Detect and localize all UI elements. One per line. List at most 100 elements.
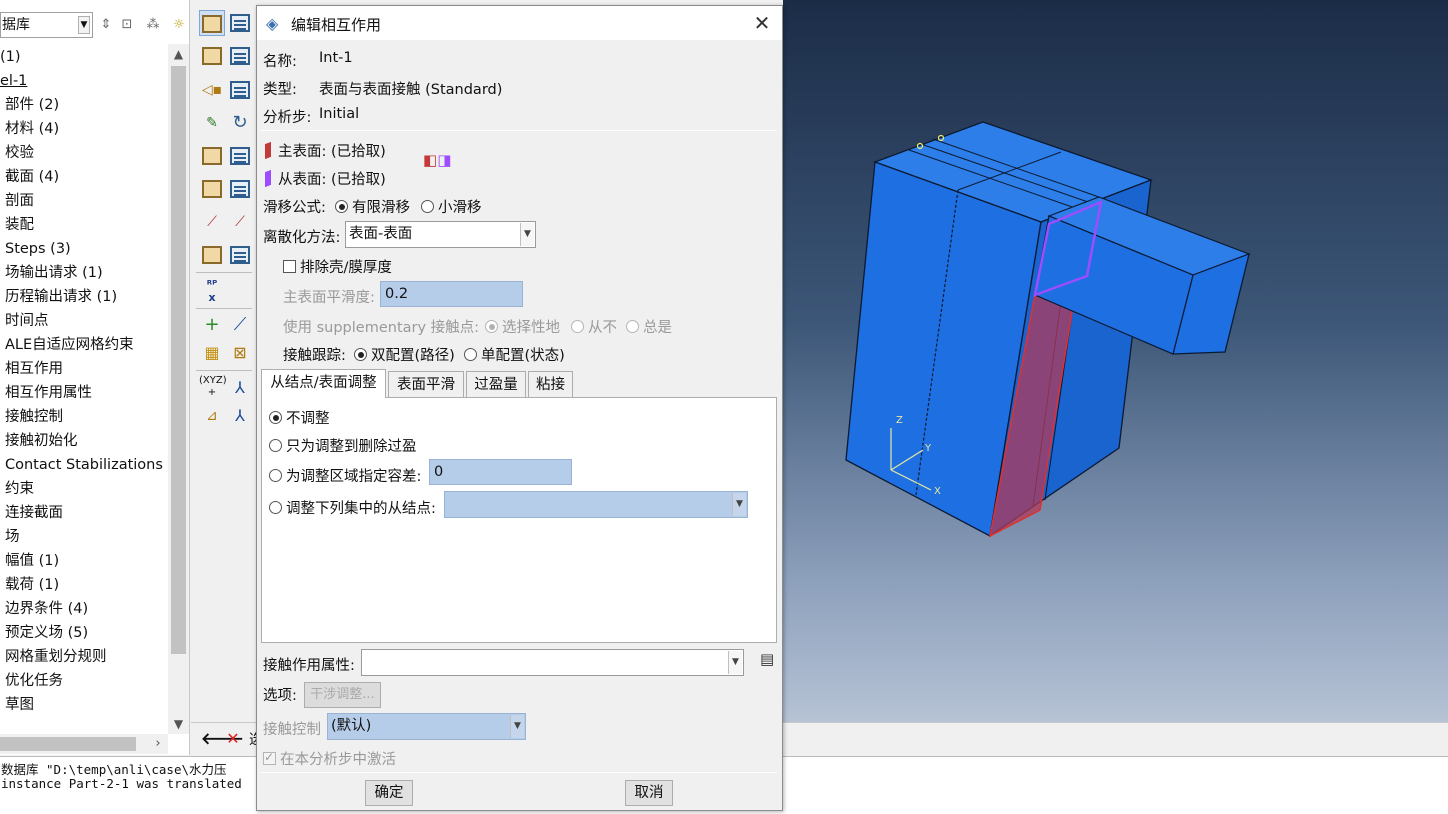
- tree-vertical-scrollbar[interactable]: ▲ ▼: [168, 44, 189, 734]
- master-surface-row[interactable]: 主表面: (已拾取): [265, 140, 386, 161]
- tree-item-calibrations[interactable]: 校验: [5, 142, 34, 164]
- tree-item-interaction-properties[interactable]: 相互作用属性: [5, 382, 92, 404]
- tree-item-history-output[interactable]: 历程输出请求 (1): [5, 286, 117, 308]
- tree-item-time-points[interactable]: 时间点: [5, 310, 49, 332]
- datum-point-icon[interactable]: +: [199, 312, 225, 338]
- ok-button[interactable]: 确定: [365, 780, 413, 806]
- contact-controls-tool[interactable]: ◁▪: [199, 77, 225, 103]
- tree-horizontal-scrollbar[interactable]: ›: [0, 734, 168, 754]
- adjust-tolerance-radio[interactable]: 为调整区域指定容差:: [269, 465, 421, 486]
- csys-edit-icon[interactable]: ⊿: [199, 403, 225, 429]
- interference-fit-button[interactable]: 干涉调整...: [304, 682, 381, 708]
- tree-item-models[interactable]: (1): [0, 46, 21, 68]
- fastener-tool[interactable]: [199, 242, 225, 268]
- datum-plane-icon[interactable]: ▦: [199, 340, 225, 366]
- wire-edit-icon[interactable]: ⟋: [227, 209, 253, 235]
- supplementary-never-radio[interactable]: 从不: [571, 316, 617, 337]
- tree-item-contact-stabilizations[interactable]: Contact Stabilizations: [5, 454, 163, 476]
- tree-item-remeshing-rules[interactable]: 网格重划分规则: [5, 646, 107, 668]
- back-arrow-icon[interactable]: 🡐: [201, 729, 244, 749]
- dialog-title-bar[interactable]: ◈ 编辑相互作用 ✕: [257, 6, 782, 40]
- tab-bonding[interactable]: 粘接: [528, 371, 573, 398]
- cycle-icon[interactable]: ↻: [227, 110, 253, 136]
- wire-icon[interactable]: ⟋: [199, 209, 225, 235]
- close-icon[interactable]: ✕: [752, 11, 772, 35]
- tree-item-sketches[interactable]: 草图: [5, 694, 34, 716]
- property-manager-tool[interactable]: [227, 43, 253, 69]
- tree-item-fields[interactable]: 场: [5, 526, 20, 548]
- scroll-up-icon[interactable]: ▲: [168, 44, 189, 64]
- no-adjust-radio[interactable]: 不调整: [269, 407, 330, 428]
- scroll-thumb[interactable]: [171, 66, 186, 654]
- tree-item-constraints[interactable]: 约束: [5, 478, 34, 500]
- create-interaction-tool[interactable]: [199, 10, 225, 36]
- fastener-manager-tool[interactable]: [227, 242, 253, 268]
- tree-item-parts[interactable]: 部件 (2): [5, 94, 59, 116]
- small-sliding-radio[interactable]: 小滑移: [421, 196, 482, 217]
- create-constraint-tool[interactable]: [199, 143, 225, 169]
- datum-axis-icon[interactable]: ⟋: [227, 312, 253, 338]
- partition-icon[interactable]: ⊠: [227, 340, 253, 366]
- activate-checkbox[interactable]: 在本分析步中激活: [263, 748, 396, 769]
- datum-csys-icon[interactable]: (XYZ) +: [199, 375, 227, 401]
- connector-manager-tool[interactable]: [227, 176, 253, 202]
- exclude-shell-checkbox[interactable]: 排除壳/膜厚度: [283, 256, 392, 277]
- tree-item-predefined-fields[interactable]: 预定义场 (5): [5, 622, 88, 644]
- model-database-select[interactable]: 据库 ▼: [0, 12, 93, 38]
- folder-up-icon[interactable]: ⊡: [118, 16, 136, 34]
- tree-item-optimization-tasks[interactable]: 优化任务: [5, 670, 63, 692]
- single-config-radio[interactable]: 单配置(状态): [464, 344, 565, 365]
- scroll-right-icon[interactable]: ›: [148, 734, 168, 754]
- adjust-set-select[interactable]: ▼: [444, 491, 748, 518]
- cancel-x-icon[interactable]: ✕: [223, 729, 243, 749]
- create-property-tool[interactable]: [199, 43, 225, 69]
- tree-item-contact-controls[interactable]: 接触控制: [5, 406, 63, 428]
- tree-item-loads[interactable]: 载荷 (1): [5, 574, 59, 596]
- finite-sliding-radio[interactable]: 有限滑移: [335, 196, 410, 217]
- create-connector-tool[interactable]: [199, 176, 225, 202]
- tree-item-interactions[interactable]: 相互作用: [5, 358, 63, 380]
- tree-item-sections[interactable]: 截面 (4): [5, 166, 59, 188]
- discretization-select[interactable]: 表面-表面 ▼: [345, 221, 536, 248]
- contact-init-tool[interactable]: ✎: [199, 110, 225, 136]
- scroll-down-icon[interactable]: ▼: [168, 714, 189, 734]
- adjust-set-radio[interactable]: 调整下列集中的从结点:: [269, 497, 436, 518]
- adjust-remove-overclosure-radio[interactable]: 只为调整到删除过盈: [269, 435, 417, 456]
- create-property-icon[interactable]: ▤: [760, 650, 774, 668]
- tree-item-connector-sections[interactable]: 连接截面: [5, 502, 63, 524]
- csys-cylindrical-icon[interactable]: ⅄: [227, 403, 253, 429]
- tree-item-contact-initializations[interactable]: 接触初始化: [5, 430, 78, 452]
- interaction-manager-tool[interactable]: [227, 10, 253, 36]
- tree-item-model[interactable]: el-1: [0, 70, 27, 92]
- csys-axes-icon[interactable]: ⅄: [227, 375, 253, 401]
- tree-item-profiles[interactable]: 剖面: [5, 190, 34, 212]
- tree-item-assembly[interactable]: 装配: [5, 214, 34, 236]
- supplementary-always-radio[interactable]: 总是: [626, 316, 672, 337]
- tree-item-amplitudes[interactable]: 幅值 (1): [5, 550, 59, 572]
- two-config-radio[interactable]: 双配置(路径): [354, 344, 455, 365]
- tab-surface-smoothing[interactable]: 表面平滑: [388, 371, 464, 398]
- slave-surface-row[interactable]: 从表面: (已拾取): [265, 168, 386, 189]
- supplementary-selective-radio[interactable]: 选择性地: [485, 316, 560, 337]
- interaction-property-select[interactable]: ▼: [361, 649, 744, 676]
- tree-filter-icon[interactable]: ⁂: [144, 16, 162, 34]
- tree-item-steps[interactable]: Steps (3): [5, 238, 71, 260]
- smoothing-input[interactable]: 0.2: [380, 281, 523, 307]
- lightbulb-icon[interactable]: ☼: [170, 16, 188, 34]
- tree-item-bcs[interactable]: 边界条件 (4): [5, 598, 88, 620]
- sort-arrows-icon[interactable]: ⇕: [97, 16, 115, 34]
- tolerance-input[interactable]: 0: [429, 459, 572, 485]
- cancel-button[interactable]: 取消: [625, 780, 673, 806]
- swap-surfaces-icon[interactable]: ◧◨: [423, 151, 451, 169]
- hscroll-thumb[interactable]: [0, 737, 136, 751]
- tree-item-field-output[interactable]: 场输出请求 (1): [5, 262, 103, 284]
- tree-item-materials[interactable]: 材料 (4): [5, 118, 59, 140]
- tab-clearance[interactable]: 过盈量: [466, 371, 526, 398]
- tree-item-ale-constraints[interactable]: ALE自适应网格约束: [5, 334, 134, 356]
- reference-point-icon[interactable]: ᴿᴾ x: [199, 278, 225, 304]
- graphics-viewport[interactable]: Z Y X: [783, 0, 1448, 722]
- controls-manager-tool[interactable]: [227, 77, 253, 103]
- constraint-manager-tool[interactable]: [227, 143, 253, 169]
- tab-slave-adjustment[interactable]: 从结点/表面调整: [261, 369, 386, 398]
- contact-controls-select[interactable]: (默认) ▼: [327, 713, 526, 740]
